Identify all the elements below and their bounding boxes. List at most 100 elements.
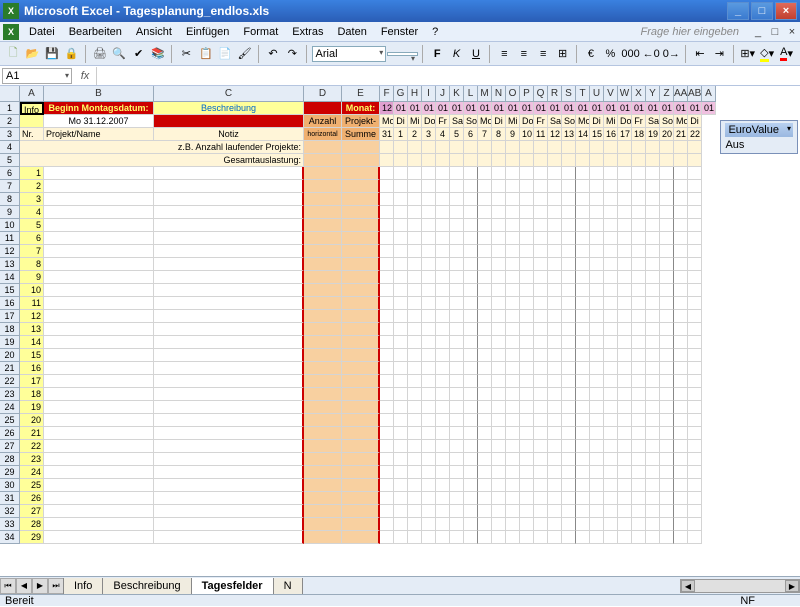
cell[interactable] [590,323,604,336]
cell[interactable] [450,323,464,336]
cell[interactable] [436,388,450,401]
cell[interactable] [44,479,154,492]
borders-button[interactable]: ⊞▾ [738,44,756,64]
cell[interactable] [632,388,646,401]
cell[interactable] [154,427,304,440]
cell[interactable] [154,323,304,336]
cell[interactable]: Mi [604,115,618,128]
row-header-24[interactable]: 24 [0,401,20,414]
cell[interactable] [562,141,576,154]
cell[interactable] [478,362,492,375]
cell[interactable] [548,479,562,492]
cell[interactable] [548,531,562,544]
cell[interactable] [660,154,674,167]
cell[interactable] [618,232,632,245]
cell[interactable] [674,232,688,245]
cell[interactable] [436,193,450,206]
cell[interactable] [464,219,478,232]
cell[interactable] [548,388,562,401]
cell[interactable] [576,349,590,362]
cell[interactable] [674,154,688,167]
cell[interactable] [506,336,520,349]
cell[interactable] [342,284,380,297]
cell[interactable] [436,505,450,518]
cell[interactable] [534,310,548,323]
cell[interactable] [422,479,436,492]
cell[interactable] [394,505,408,518]
cell[interactable]: 22 [688,128,702,141]
cell[interactable] [304,349,342,362]
cell[interactable] [506,323,520,336]
cell[interactable] [674,505,688,518]
cell[interactable] [590,284,604,297]
cell[interactable] [618,284,632,297]
cell[interactable]: 01 [688,102,702,115]
cell[interactable] [534,440,548,453]
minimize-button[interactable]: _ [727,2,749,20]
format-painter-button[interactable]: 🖌 [235,44,253,64]
tab-last-button[interactable]: ⏭ [48,578,64,594]
cell[interactable] [436,401,450,414]
cell[interactable] [422,362,436,375]
cell[interactable] [632,284,646,297]
cell[interactable] [304,167,342,180]
cell[interactable]: 16 [604,128,618,141]
cell[interactable] [688,219,702,232]
cell[interactable] [646,531,660,544]
cell[interactable] [548,193,562,206]
cell[interactable] [154,466,304,479]
cell[interactable] [492,479,506,492]
row-header-3[interactable]: 3 [0,128,20,141]
cell[interactable]: 01 [436,102,450,115]
cell[interactable] [646,401,660,414]
cell[interactable] [422,232,436,245]
cell[interactable] [660,440,674,453]
cell[interactable] [660,466,674,479]
cell[interactable] [304,206,342,219]
cell[interactable] [436,167,450,180]
cell[interactable] [632,310,646,323]
cell[interactable] [464,427,478,440]
cell[interactable] [342,336,380,349]
cell[interactable] [380,375,394,388]
cell[interactable] [450,401,464,414]
cell[interactable] [492,297,506,310]
cell[interactable] [478,336,492,349]
cell[interactable] [450,518,464,531]
cell[interactable]: 01 [548,102,562,115]
cell[interactable]: Sa [646,115,660,128]
cell[interactable] [450,362,464,375]
cell[interactable]: 2 [20,180,44,193]
cell[interactable] [576,336,590,349]
cell[interactable]: Di [394,115,408,128]
cell[interactable] [632,336,646,349]
cell[interactable] [436,492,450,505]
cell[interactable] [618,531,632,544]
cell[interactable] [408,466,422,479]
cell[interactable] [44,180,154,193]
cell[interactable]: 01 [590,102,604,115]
paste-button[interactable]: 📄 [216,44,234,64]
cell[interactable]: Sa [450,115,464,128]
cell[interactable]: Gesamtauslastung: [20,154,304,167]
cell[interactable] [562,440,576,453]
cell[interactable] [464,440,478,453]
cell[interactable] [304,531,342,544]
cell[interactable] [590,245,604,258]
cell[interactable] [464,349,478,362]
cell[interactable] [520,453,534,466]
cell[interactable] [408,219,422,232]
cell[interactable] [590,427,604,440]
cell[interactable] [590,297,604,310]
cell[interactable]: 19 [20,401,44,414]
cell[interactable] [394,531,408,544]
cell[interactable] [604,336,618,349]
cell[interactable]: 6 [464,128,478,141]
cell[interactable] [632,297,646,310]
cell[interactable] [562,505,576,518]
cell[interactable] [342,388,380,401]
cell[interactable] [450,375,464,388]
cell[interactable] [394,271,408,284]
cell[interactable]: 10 [520,128,534,141]
cell[interactable] [646,375,660,388]
